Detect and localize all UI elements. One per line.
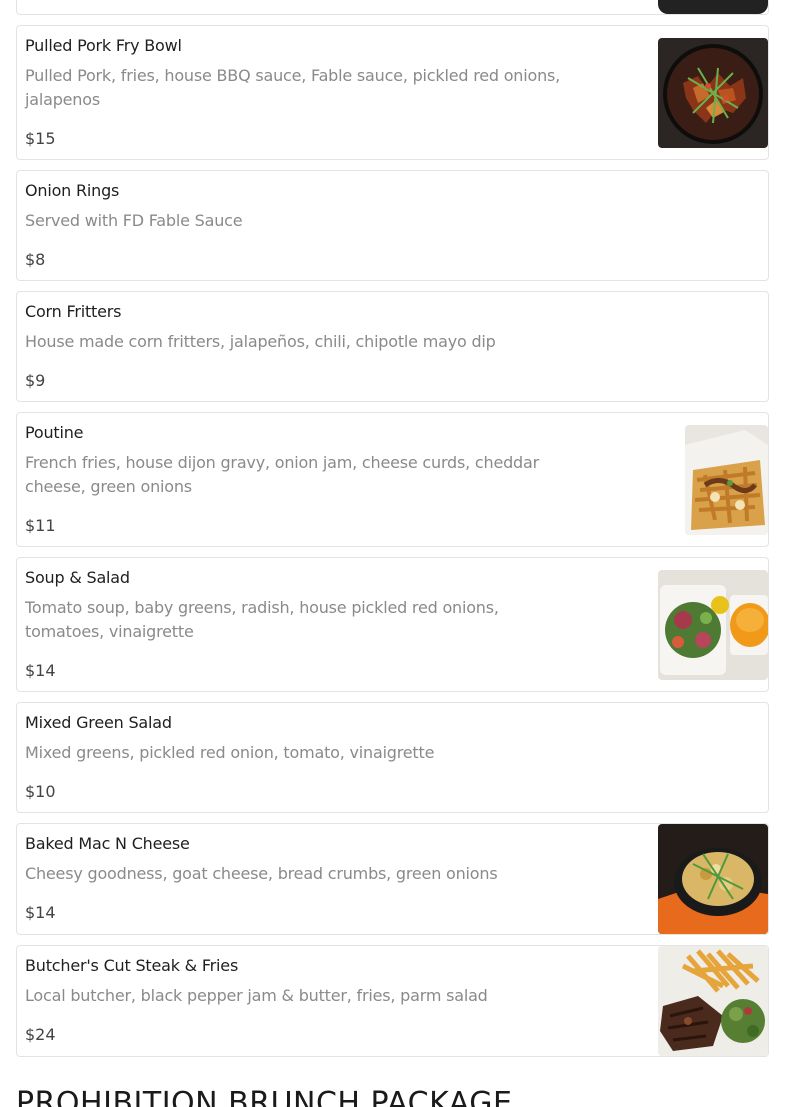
- menu-item-name: Onion Rings: [25, 181, 120, 200]
- menu-item-description: Pulled Pork, fries, house BBQ sauce, Fab…: [25, 66, 561, 109]
- menu-item-price: $14: [25, 903, 56, 922]
- menu-page: Pulled Pork Fry Bowl Pulled Pork, fries,…: [0, 0, 785, 1107]
- section-title: PROHIBITION BRUNCH PACKAGE: [16, 1086, 513, 1107]
- pulled-pork-fry-bowl-photo: [658, 38, 768, 148]
- mac-n-cheese-photo: [658, 824, 768, 934]
- menu-item-name: Corn Fritters: [25, 302, 122, 321]
- menu-item-card[interactable]: Soup & Salad Tomato soup, baby greens, r…: [16, 557, 769, 692]
- menu-item-price: $15: [25, 129, 56, 148]
- menu-item-price: $24: [25, 1025, 56, 1044]
- menu-item-card[interactable]: Butcher's Cut Steak & Fries Local butche…: [16, 945, 769, 1057]
- menu-item-card[interactable]: Pulled Pork Fry Bowl Pulled Pork, fries,…: [16, 25, 769, 160]
- menu-item-card[interactable]: Corn Fritters House made corn fritters, …: [16, 291, 769, 402]
- menu-item-price: $9: [25, 371, 46, 390]
- menu-item-price: $11: [25, 516, 56, 535]
- menu-item-description: Local butcher, black pepper jam & butter…: [25, 986, 488, 1005]
- steak-fries-photo: [658, 946, 768, 1056]
- menu-item-description: Mixed greens, pickled red onion, tomato,…: [25, 743, 435, 762]
- soup-salad-photo: [658, 570, 768, 680]
- poutine-photo: [685, 425, 768, 535]
- menu-item-card[interactable]: Poutine French fries, house dijon gravy,…: [16, 412, 769, 547]
- menu-item-name: Soup & Salad: [25, 568, 130, 587]
- menu-item-name: Pulled Pork Fry Bowl: [25, 36, 182, 55]
- menu-item-description: Cheesy goodness, goat cheese, bread crum…: [25, 864, 498, 883]
- menu-item-card-partial[interactable]: [16, 0, 769, 15]
- menu-item-card[interactable]: Baked Mac N Cheese Cheesy goodness, goat…: [16, 823, 769, 935]
- menu-item-description: Served with FD Fable Sauce: [25, 211, 243, 230]
- menu-item-description: House made corn fritters, jalapeños, chi…: [25, 332, 496, 351]
- menu-item-name: Baked Mac N Cheese: [25, 834, 190, 853]
- menu-item-price: $14: [25, 661, 56, 680]
- menu-item-photo-partial: [658, 0, 768, 14]
- menu-item-description: French fries, house dijon gravy, onion j…: [25, 453, 539, 496]
- menu-item-name: Poutine: [25, 423, 84, 442]
- menu-item-price: $10: [25, 782, 56, 801]
- menu-item-name: Mixed Green Salad: [25, 713, 172, 732]
- menu-item-description: Tomato soup, baby greens, radish, house …: [25, 598, 499, 641]
- menu-item-card[interactable]: Mixed Green Salad Mixed greens, pickled …: [16, 702, 769, 813]
- menu-item-price: $8: [25, 250, 46, 269]
- menu-item-name: Butcher's Cut Steak & Fries: [25, 956, 239, 975]
- menu-item-card[interactable]: Onion Rings Served with FD Fable Sauce $…: [16, 170, 769, 281]
